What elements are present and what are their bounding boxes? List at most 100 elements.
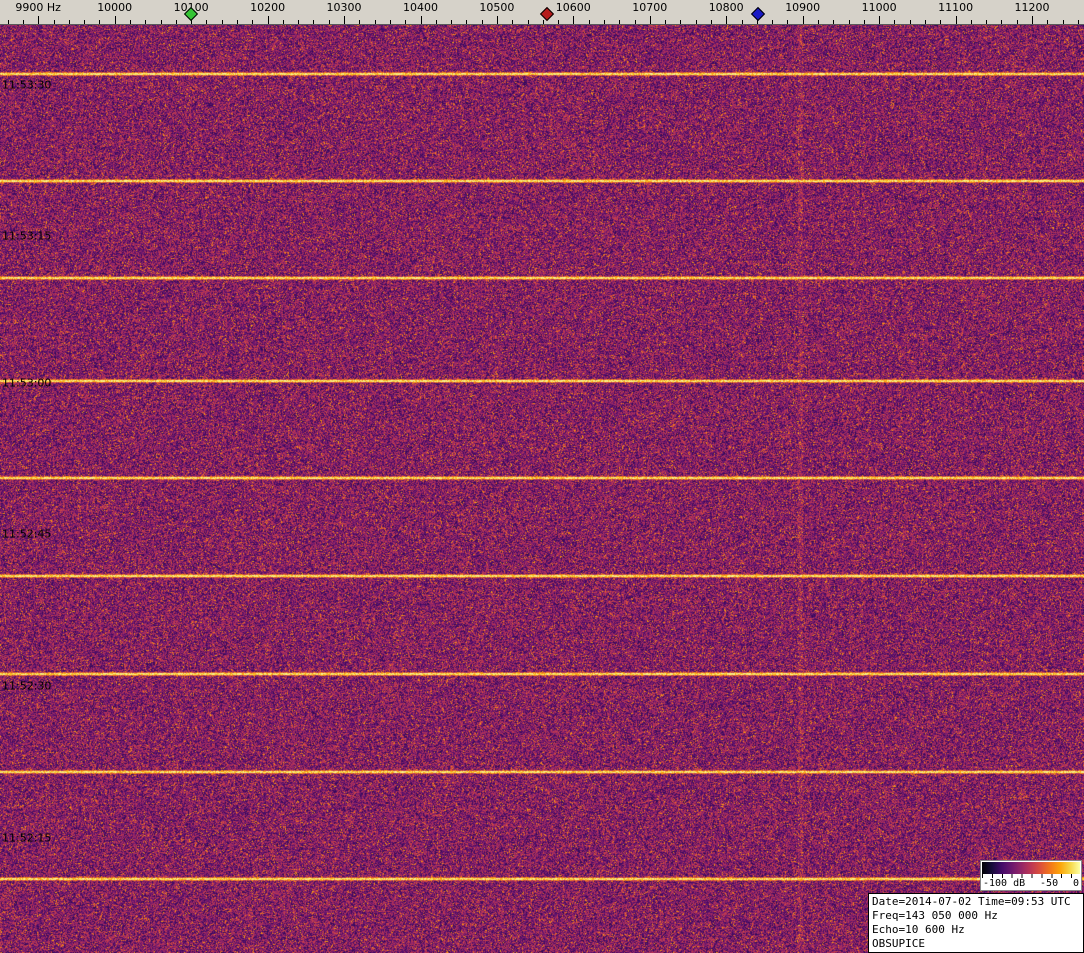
- ruler-label: 10800: [709, 2, 744, 13]
- ruler-tick: [313, 20, 314, 24]
- ruler-tick: [910, 20, 911, 24]
- ruler-tick: [956, 16, 957, 24]
- time-label: 11:52:15: [2, 832, 51, 845]
- ruler-tick: [298, 20, 299, 24]
- ruler-tick: [451, 20, 452, 24]
- info-freq-line: Freq=143 050 000 Hz: [872, 909, 1080, 923]
- ruler-tick: [680, 20, 681, 24]
- ruler-tick: [849, 20, 850, 24]
- time-label: 11:52:45: [2, 528, 51, 541]
- ruler-tick: [1047, 20, 1048, 24]
- ruler-tick: [436, 20, 437, 24]
- ruler-tick: [237, 20, 238, 24]
- ruler-tick: [268, 16, 269, 24]
- ruler-tick: [726, 16, 727, 24]
- ruler-tick: [1017, 20, 1018, 24]
- ruler-tick: [38, 16, 39, 24]
- ruler-tick: [635, 20, 636, 24]
- color-gradient-bar: [982, 862, 1080, 874]
- time-label: 11:53:15: [2, 230, 51, 243]
- ruler-label: 9900 Hz: [15, 2, 61, 13]
- ruler-tick: [283, 20, 284, 24]
- ruler-tick: [466, 20, 467, 24]
- marker-red[interactable]: [540, 7, 554, 21]
- ruler-label: 10400: [403, 2, 438, 13]
- ruler-tick: [421, 16, 422, 24]
- ruler-tick: [1063, 20, 1064, 24]
- spectrogram-canvas: [0, 25, 1084, 953]
- color-scale-labels: -100 dB -50 0: [982, 878, 1080, 889]
- ruler-tick: [512, 20, 513, 24]
- ruler-tick: [619, 20, 620, 24]
- info-station-line: OBSUPICE: [872, 937, 1080, 951]
- ruler-tick: [390, 20, 391, 24]
- time-label: 11:52:30: [2, 680, 51, 693]
- legend-min-label: -100 dB: [983, 878, 1025, 889]
- ruler-tick: [359, 20, 360, 24]
- color-scale-legend: -100 dB -50 0: [980, 860, 1082, 891]
- ruler-tick: [589, 20, 590, 24]
- ruler-tick: [329, 20, 330, 24]
- ruler-tick: [971, 20, 972, 24]
- ruler-tick: [894, 20, 895, 24]
- frequency-ruler[interactable]: 9900 Hz100001010010200103001040010500106…: [0, 0, 1084, 25]
- ruler-label: 11000: [862, 2, 897, 13]
- ruler-tick: [405, 20, 406, 24]
- ruler-tick: [772, 20, 773, 24]
- ruler-tick: [176, 20, 177, 24]
- ruler-label: 10900: [785, 2, 820, 13]
- ruler-tick: [206, 20, 207, 24]
- ruler-tick: [543, 20, 544, 24]
- ruler-tick: [528, 20, 529, 24]
- ruler-tick: [1078, 20, 1079, 24]
- ruler-tick: [99, 20, 100, 24]
- ruler-tick: [23, 20, 24, 24]
- ruler-tick: [864, 20, 865, 24]
- spectrogram-app: { "ruler": { "unit": "Hz", "freq_min": 9…: [0, 0, 1084, 953]
- ruler-tick: [1032, 16, 1033, 24]
- ruler-tick: [696, 20, 697, 24]
- ruler-tick: [833, 20, 834, 24]
- ruler-tick: [787, 20, 788, 24]
- ruler-tick: [8, 20, 9, 24]
- ruler-tick: [940, 20, 941, 24]
- ruler-label: 10700: [632, 2, 667, 13]
- ruler-label: 11200: [1015, 2, 1050, 13]
- ruler-tick: [145, 20, 146, 24]
- ruler-tick: [1001, 20, 1002, 24]
- ruler-tick: [497, 16, 498, 24]
- legend-mid-label: -50: [1040, 878, 1058, 889]
- ruler-tick: [650, 16, 651, 24]
- ruler-tick: [222, 20, 223, 24]
- ruler-tick: [818, 20, 819, 24]
- ruler-tick: [879, 16, 880, 24]
- ruler-label: 10200: [250, 2, 285, 13]
- ruler-tick: [803, 16, 804, 24]
- info-echo-line: Echo=10 600 Hz: [872, 923, 1080, 937]
- ruler-label: 10300: [327, 2, 362, 13]
- time-label: 11:53:00: [2, 377, 51, 390]
- ruler-tick: [344, 16, 345, 24]
- info-date-line: Date=2014-07-02 Time=09:53 UTC: [872, 895, 1080, 909]
- ruler-tick: [711, 20, 712, 24]
- ruler-tick: [115, 16, 116, 24]
- ruler-tick: [925, 20, 926, 24]
- ruler-label: 10600: [556, 2, 591, 13]
- ruler-label: 11100: [938, 2, 973, 13]
- ruler-tick: [573, 16, 574, 24]
- ruler-label: 10000: [97, 2, 132, 13]
- ruler-tick: [558, 20, 559, 24]
- ruler-tick: [252, 20, 253, 24]
- ruler-label: 10500: [479, 2, 514, 13]
- ruler-tick: [84, 20, 85, 24]
- ruler-tick: [161, 20, 162, 24]
- ruler-tick: [665, 20, 666, 24]
- ruler-tick: [375, 20, 376, 24]
- ruler-tick: [986, 20, 987, 24]
- marker-blue[interactable]: [751, 7, 765, 21]
- ruler-tick: [604, 20, 605, 24]
- ruler-tick: [69, 20, 70, 24]
- ruler-tick: [482, 20, 483, 24]
- ruler-tick: [130, 20, 131, 24]
- ruler-tick: [742, 20, 743, 24]
